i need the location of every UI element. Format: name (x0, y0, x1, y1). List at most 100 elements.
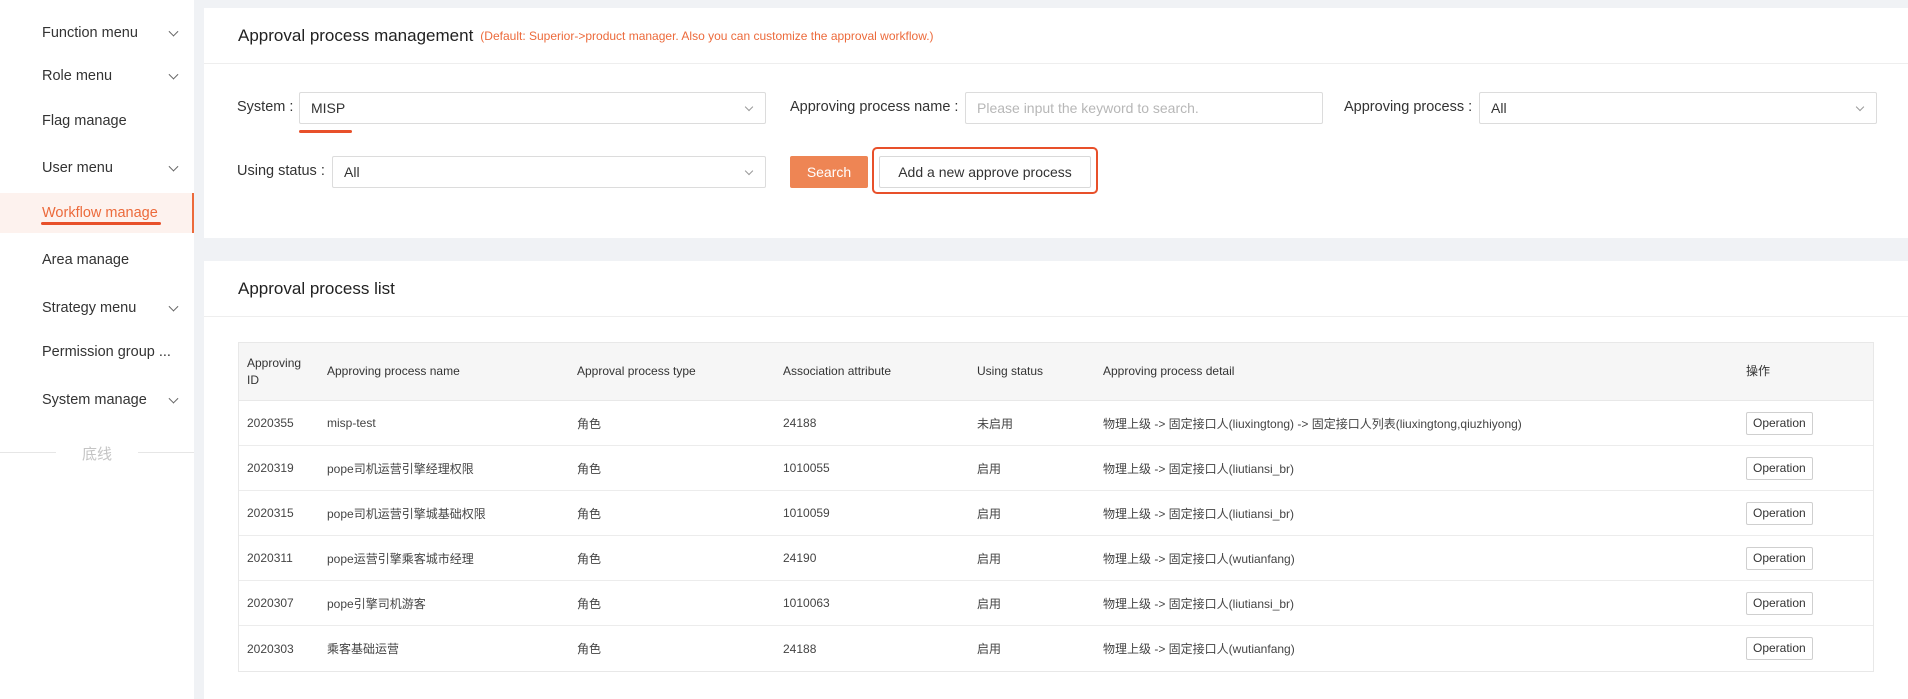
approval-table: Approving ID Approving process name Appr… (238, 342, 1874, 672)
system-select[interactable]: MISP (299, 92, 766, 124)
operation-button[interactable]: Operation (1746, 501, 1813, 525)
cell-type: 角色 (577, 551, 602, 566)
chevron-down-icon (168, 161, 179, 172)
sidebar-item-label: User menu (42, 160, 113, 176)
list-title: Approval process list (238, 278, 395, 298)
cell-detail: 物理上级 -> 固定接口人(wutianfang) (1103, 642, 1295, 656)
cell-id: 2020303 (247, 641, 294, 656)
annotation-underline (41, 222, 161, 225)
cell-status: 启用 (977, 642, 1002, 656)
page-note: (Default: Superior->product manager. Als… (480, 28, 934, 43)
cell-type: 角色 (577, 642, 602, 656)
cell-name: misp-test (327, 416, 376, 430)
chevron-down-icon (1855, 102, 1865, 112)
sidebar-item-strategy-menu[interactable]: Strategy menu (0, 288, 194, 328)
cell-status: 启用 (977, 596, 1002, 611)
operation-button[interactable]: Operation (1746, 591, 1813, 615)
sidebar-item-function-menu[interactable]: Function menu (0, 13, 194, 53)
sidebar-item-system-manage[interactable]: System manage (0, 380, 194, 420)
cell-attr: 1010059 (783, 506, 830, 520)
chevron-down-icon (168, 69, 179, 80)
col-association-attribute: Association attribute (783, 364, 892, 378)
bottom-divider-text: 底线 (81, 446, 112, 463)
chevron-down-icon (168, 301, 179, 312)
col-process-type: Approval process type (577, 364, 696, 378)
sidebar-item-label: Area manage (42, 252, 130, 268)
sidebar-item-area-manage[interactable]: Area manage (0, 240, 194, 280)
cell-type: 角色 (577, 416, 602, 431)
sidebar-item-permission-group[interactable]: Permission group ... (0, 332, 194, 372)
approving-process-value: All (1491, 100, 1507, 116)
col-process-detail: Approving process detail (1103, 364, 1235, 378)
cell-detail: 物理上级 -> 固定接口人(wutianfang) (1103, 551, 1295, 566)
col-actions: 操作 (1746, 364, 1771, 378)
search-button[interactable]: Search (790, 156, 868, 188)
table-header: Approving ID Approving process name Appr… (239, 343, 1873, 401)
sidebar-item-label: Function menu (42, 25, 138, 41)
col-using-status: Using status (977, 364, 1044, 378)
table-row: 2020303 乘客基础运营 角色 24188 启用 物理上级 -> 固定接口人… (239, 626, 1873, 671)
sidebar-item-user-menu[interactable]: User menu (0, 148, 194, 188)
chevron-down-icon (168, 393, 179, 404)
cell-id: 2020311 (247, 551, 293, 565)
using-status-value: All (344, 164, 360, 180)
operation-button[interactable]: Operation (1746, 456, 1813, 480)
cell-name: pope司机运营引擎经理权限 (327, 461, 474, 476)
cell-attr: 24188 (783, 416, 817, 430)
cell-detail: 物理上级 -> 固定接口人(liutiansi_br) (1103, 596, 1295, 611)
process-name-label: Approving process name : (790, 99, 959, 115)
cell-name: pope引擎司机游客 (327, 596, 426, 611)
sidebar-item-workflow-manage[interactable]: Workflow manage (0, 193, 194, 233)
using-status-label: Using status : (237, 163, 325, 179)
cell-attr: 24188 (783, 641, 817, 656)
approving-process-label: Approving process : (1344, 99, 1473, 115)
cell-type: 角色 (577, 506, 602, 521)
table-row: 2020307 pope引擎司机游客 角色 1010063 启用 物理上级 ->… (239, 581, 1873, 626)
list-panel-header: Approval process list (204, 261, 1908, 317)
col-process-name: Approving process name (327, 364, 460, 378)
search-panel-header: Approval process management (Default: Su… (204, 8, 1908, 64)
using-status-select[interactable]: All (332, 156, 766, 188)
sidebar-item-label: Strategy menu (42, 300, 137, 316)
list-panel: Approval process list Approving ID Appro… (204, 261, 1908, 699)
cell-status: 未启用 (977, 416, 1014, 431)
sidebar-item-label: System manage (42, 392, 147, 408)
sidebar-item-label: Workflow manage (42, 205, 158, 221)
cell-name: pope司机运营引擎城基础权限 (327, 506, 486, 521)
cell-id: 2020315 (247, 506, 294, 520)
cell-detail: 物理上级 -> 固定接口人(liutiansi_br) (1103, 506, 1295, 521)
table-row: 2020315 pope司机运营引擎城基础权限 角色 1010059 启用 物理… (239, 491, 1873, 536)
process-name-placeholder: Please input the keyword to search. (977, 100, 1199, 116)
chevron-down-icon (168, 26, 179, 37)
operation-button[interactable]: Operation (1746, 546, 1813, 570)
table-row: 2020355 misp-test 角色 24188 未启用 物理上级 -> 固… (239, 401, 1873, 446)
cell-status: 启用 (977, 461, 1002, 476)
page-title: Approval process management (238, 25, 474, 45)
cell-status: 启用 (977, 551, 1002, 566)
sidebar-item-label: Permission group ... (42, 344, 171, 360)
system-select-value: MISP (311, 100, 346, 116)
system-label: System : (237, 99, 294, 115)
sidebar: Function menu Role menu Flag manage User… (0, 0, 194, 699)
cell-id: 2020319 (247, 461, 294, 475)
sidebar-item-label: Flag manage (42, 113, 127, 129)
operation-button[interactable]: Operation (1746, 637, 1813, 660)
search-panel: Approval process management (Default: Su… (204, 8, 1908, 238)
cell-attr: 1010063 (783, 596, 830, 610)
add-approve-process-button[interactable]: Add a new approve process (879, 156, 1091, 188)
cell-id: 2020307 (247, 596, 294, 610)
col-approving-id: Approving ID (247, 355, 302, 387)
table-row: 2020311 pope运营引擎乘客城市经理 角色 24190 启用 物理上级 … (239, 536, 1873, 581)
chevron-down-icon (744, 102, 754, 112)
operation-button[interactable]: Operation (1746, 411, 1813, 435)
approving-process-select[interactable]: All (1479, 92, 1877, 124)
sidebar-item-flag-manage[interactable]: Flag manage (0, 101, 194, 141)
cell-type: 角色 (577, 596, 602, 611)
cell-detail: 物理上级 -> 固定接口人(liutiansi_br) (1103, 461, 1295, 476)
cell-name: 乘客基础运营 (327, 642, 400, 656)
chevron-down-icon (744, 166, 754, 176)
process-name-input[interactable]: Please input the keyword to search. (965, 92, 1323, 124)
sidebar-item-label: Role menu (42, 68, 113, 84)
cell-id: 2020355 (247, 416, 294, 430)
sidebar-item-role-menu[interactable]: Role menu (0, 56, 194, 96)
